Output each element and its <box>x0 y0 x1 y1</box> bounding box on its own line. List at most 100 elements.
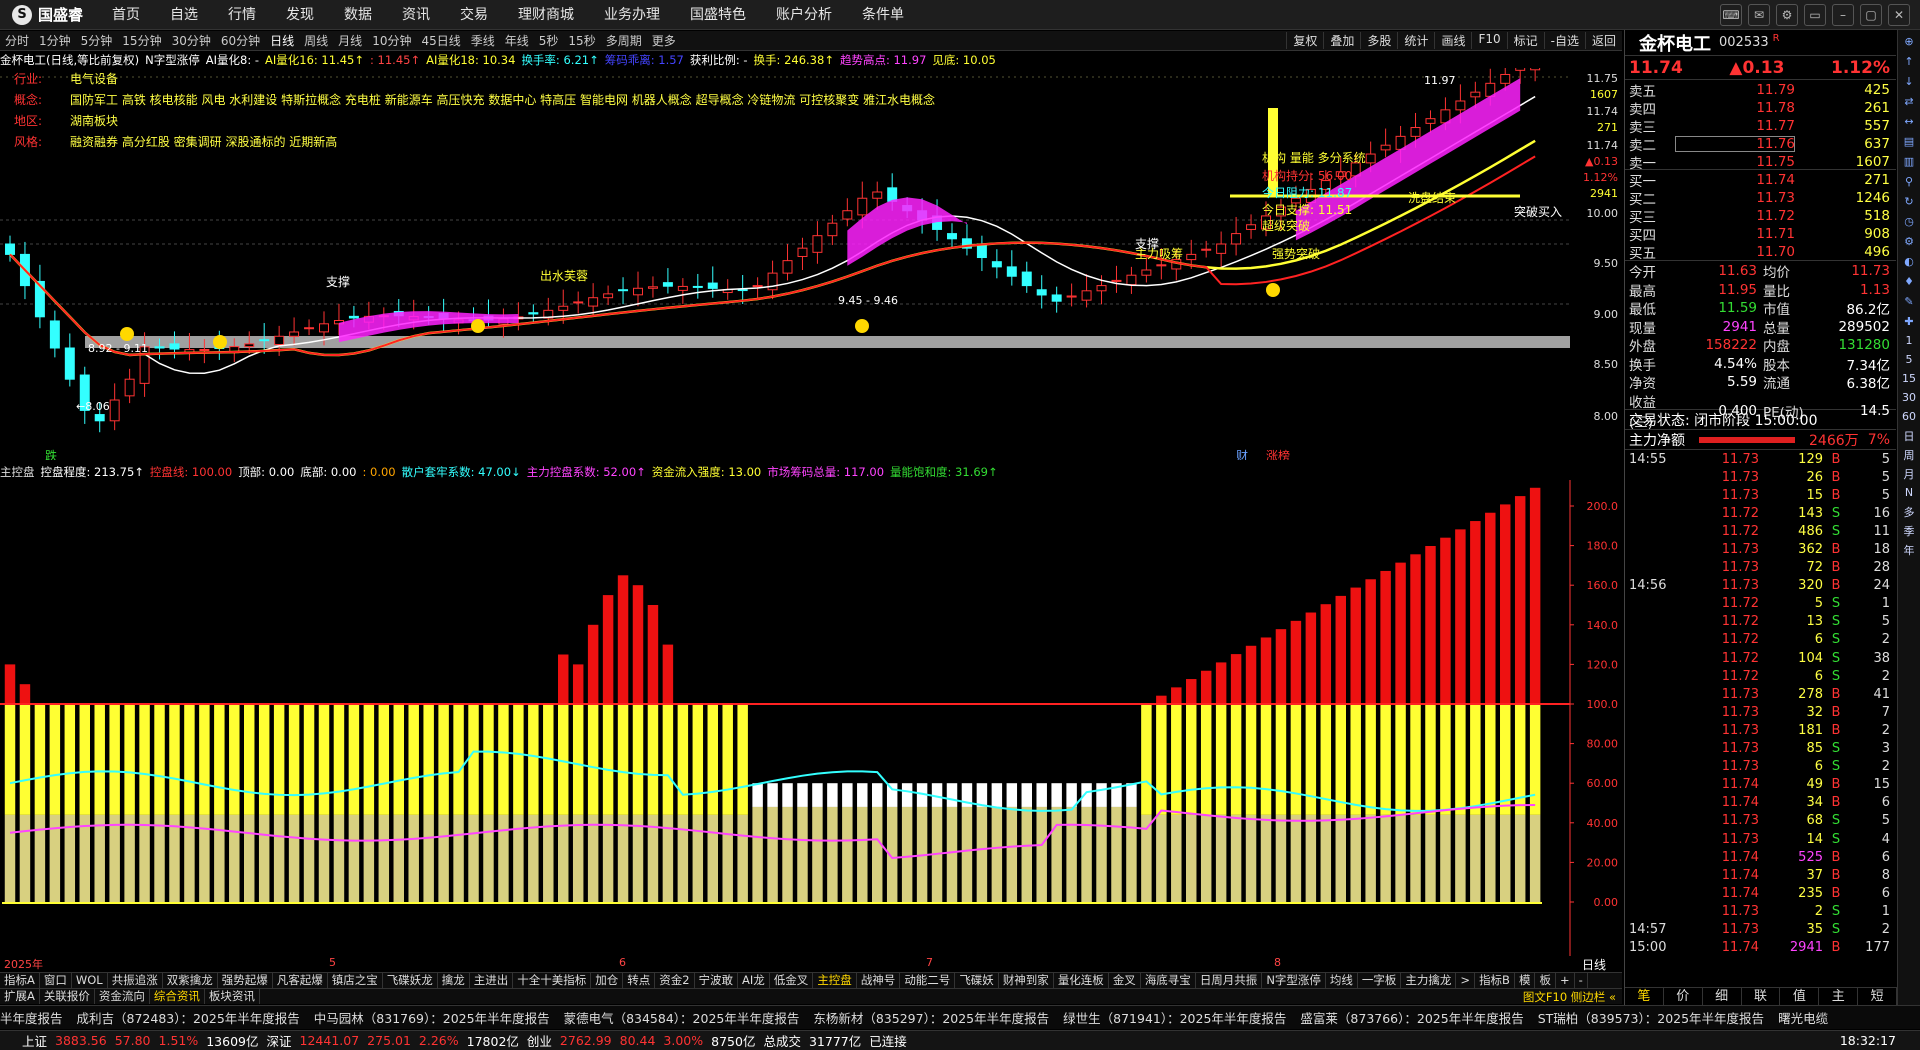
period-6[interactable]: 日线 <box>265 32 299 49</box>
period-13[interactable]: 5秒 <box>534 32 564 49</box>
menu-item-4[interactable]: 数据 <box>329 0 387 30</box>
menu-item-6[interactable]: 交易 <box>445 0 503 30</box>
tick-row-1[interactable]: 11.73 26 B 5 <box>1625 468 1896 486</box>
ticker-item-8[interactable]: 曙光电缆 <box>1778 1008 1842 1027</box>
tool-1[interactable]: 叠加 <box>1323 32 1360 49</box>
indicator-tab-12[interactable]: 加仓 <box>591 973 624 988</box>
indicator-tab-34[interactable]: 板 <box>1535 973 1556 988</box>
period-2[interactable]: 5分钟 <box>76 32 118 49</box>
indicator-tab-15[interactable]: 宁波敢 <box>695 973 739 988</box>
menu-item-3[interactable]: 发现 <box>271 0 329 30</box>
indicator-tab-26[interactable]: 日周月共振 <box>1196 973 1263 988</box>
tick-row-10[interactable]: 11.72 6 S 2 <box>1625 631 1896 649</box>
side-tool-icon-8[interactable]: ↻ <box>1900 192 1918 210</box>
menu-item-0[interactable]: 首页 <box>97 0 155 30</box>
tick-row-24[interactable]: 11.74 235 B 6 <box>1625 884 1896 902</box>
tick-row-14[interactable]: 11.73 32 B 7 <box>1625 703 1896 721</box>
quote-tab-2[interactable]: 细 <box>1703 988 1742 1005</box>
ticker-item-0[interactable]: 半年度报告 <box>0 1008 77 1027</box>
period-16[interactable]: 更多 <box>647 32 681 49</box>
tick-row-23[interactable]: 11.74 37 B 8 <box>1625 866 1896 884</box>
tick-row-19[interactable]: 11.74 34 B 6 <box>1625 794 1896 812</box>
tool-6[interactable]: 标记 <box>1506 32 1544 49</box>
tool-5[interactable]: F10 <box>1471 32 1506 49</box>
tick-row-20[interactable]: 11.73 68 S 5 <box>1625 812 1896 830</box>
tick-row-16[interactable]: 11.73 85 S 3 <box>1625 740 1896 758</box>
tick-row-5[interactable]: 11.73 362 B 18 <box>1625 540 1896 558</box>
indicator-tab-22[interactable]: 财神到家 <box>999 973 1054 988</box>
period-9[interactable]: 10分钟 <box>367 32 416 49</box>
extension-tab-4[interactable]: 板块资讯 <box>205 989 260 1004</box>
side-period-4[interactable]: 60 <box>1900 408 1918 425</box>
indicator-tab-18[interactable]: 主控盘 <box>813 973 857 988</box>
orderbook-row-0[interactable]: 卖五 11.79 425 <box>1625 80 1896 100</box>
period-1[interactable]: 1分钟 <box>34 32 76 49</box>
tick-row-25[interactable]: 11.73 2 S 1 <box>1625 902 1896 920</box>
orderbook-row-7[interactable]: 买三 11.72 518 <box>1625 206 1896 226</box>
orderbook-row-8[interactable]: 买四 11.71 908 <box>1625 224 1896 244</box>
extension-tab-0[interactable]: 扩展A <box>0 989 40 1004</box>
indicator-tab-7[interactable]: 镇店之宝 <box>328 973 383 988</box>
side-period-8[interactable]: N <box>1900 484 1918 501</box>
indicator-tab-17[interactable]: 低金叉 <box>770 973 814 988</box>
extension-tab-3[interactable]: 综合资讯 <box>150 989 205 1004</box>
indicator-tab-23[interactable]: 量化连板 <box>1054 973 1109 988</box>
side-tool-icon-10[interactable]: ⚙ <box>1900 232 1918 250</box>
menu-item-11[interactable]: 条件单 <box>847 0 919 30</box>
indicator-tab-5[interactable]: 强势起爆 <box>218 973 273 988</box>
tick-row-17[interactable]: 11.73 6 S 2 <box>1625 758 1896 776</box>
tool-0[interactable]: 复权 <box>1286 32 1323 49</box>
side-period-11[interactable]: 年 <box>1900 541 1918 558</box>
tick-row-22[interactable]: 11.74 525 B 6 <box>1625 848 1896 866</box>
side-tool-icon-3[interactable]: ⇄ <box>1900 92 1918 110</box>
tick-row-4[interactable]: 11.72 486 S 11 <box>1625 522 1896 540</box>
tick-row-11[interactable]: 11.72 104 S 38 <box>1625 649 1896 667</box>
indicator-tab-35[interactable]: + <box>1556 973 1575 988</box>
indicator-tab-8[interactable]: 飞碟妖龙 <box>383 973 438 988</box>
indicator-tab-14[interactable]: 资金2 <box>655 973 695 988</box>
side-period-0[interactable]: 1 <box>1900 332 1918 349</box>
period-14[interactable]: 15秒 <box>563 32 600 49</box>
tick-row-21[interactable]: 11.73 14 S 4 <box>1625 830 1896 848</box>
tick-row-6[interactable]: 11.73 72 B 28 <box>1625 559 1896 577</box>
orderbook-row-6[interactable]: 买二 11.73 1246 <box>1625 188 1896 208</box>
indicator-tab-10[interactable]: 主进出 <box>470 973 514 988</box>
tick-row-26[interactable]: 14:57 11.73 35 S 2 <box>1625 920 1896 938</box>
indicator-tab-20[interactable]: 动能二号 <box>900 973 956 988</box>
tick-row-3[interactable]: 11.72 143 S 16 <box>1625 504 1896 522</box>
orderbook-row-2[interactable]: 卖三 11.77 557 <box>1625 116 1896 136</box>
tick-row-7[interactable]: 14:56 11.73 320 B 24 <box>1625 577 1896 595</box>
indicator-tab-2[interactable]: WOL <box>72 973 108 988</box>
orderbook-row-1[interactable]: 卖四 11.78 261 <box>1625 98 1896 118</box>
ticker-item-7[interactable]: ST瑞柏（839573）：2025年半年度报告 <box>1538 1008 1778 1027</box>
tool-2[interactable]: 多股 <box>1360 32 1397 49</box>
ticker-item-1[interactable]: 成利吉（872483）：2025年半年度报告 <box>77 1008 314 1027</box>
indicator-tab-29[interactable]: 一字板 <box>1358 973 1402 988</box>
period-5[interactable]: 60分钟 <box>216 32 265 49</box>
indicator-chart[interactable]: 200.0 180.0 160.0 140.0 120.0 100.0 80.00 60.00… <box>0 480 1622 956</box>
side-period-2[interactable]: 15 <box>1900 370 1918 387</box>
menu-item-8[interactable]: 业务办理 <box>589 0 675 30</box>
ticker-item-2[interactable]: 中马园林（831769）：2025年半年度报告 <box>314 1008 564 1027</box>
quote-tab-4[interactable]: 值 <box>1780 988 1820 1005</box>
menu-item-1[interactable]: 自选 <box>155 0 213 30</box>
period-10[interactable]: 45日线 <box>416 32 465 49</box>
side-tool-icon-14[interactable]: ✚ <box>1900 312 1918 330</box>
app-logo[interactable]: S 国盛睿 <box>0 0 97 30</box>
side-tool-icon-2[interactable]: ↓ <box>1900 72 1918 90</box>
tool-3[interactable]: 统计 <box>1397 32 1434 49</box>
indicator-tab-21[interactable]: 飞碟妖 <box>955 973 999 988</box>
tick-row-15[interactable]: 11.73 181 B 2 <box>1625 721 1896 739</box>
ticker-item-4[interactable]: 东杨新材（835297）：2025年半年度报告 <box>813 1008 1063 1027</box>
ticker-item-6[interactable]: 盛富莱（873766）：2025年半年度报告 <box>1300 1008 1537 1027</box>
window-icon-6[interactable]: ✕ <box>1888 3 1910 26</box>
orderbook-row-4[interactable]: 卖一 11.75 1607 <box>1625 152 1896 172</box>
side-tool-icon-5[interactable]: ▤ <box>1900 132 1918 150</box>
indicator-tab-1[interactable]: 窗口 <box>40 973 72 988</box>
tick-row-0[interactable]: 14:55 11.73 129 B 5 <box>1625 450 1896 468</box>
indicator-tab-13[interactable]: 转点 <box>623 973 656 988</box>
tick-list[interactable]: 14:55 11.73 129 B 5 11.73 26 B 5 11.73 15 B 5 11.72 14… <box>1625 450 1896 957</box>
side-tool-icon-9[interactable]: ◷ <box>1900 212 1918 230</box>
side-tool-icon-7[interactable]: ⚲ <box>1900 172 1918 190</box>
side-tool-icon-1[interactable]: ↑ <box>1900 52 1918 70</box>
